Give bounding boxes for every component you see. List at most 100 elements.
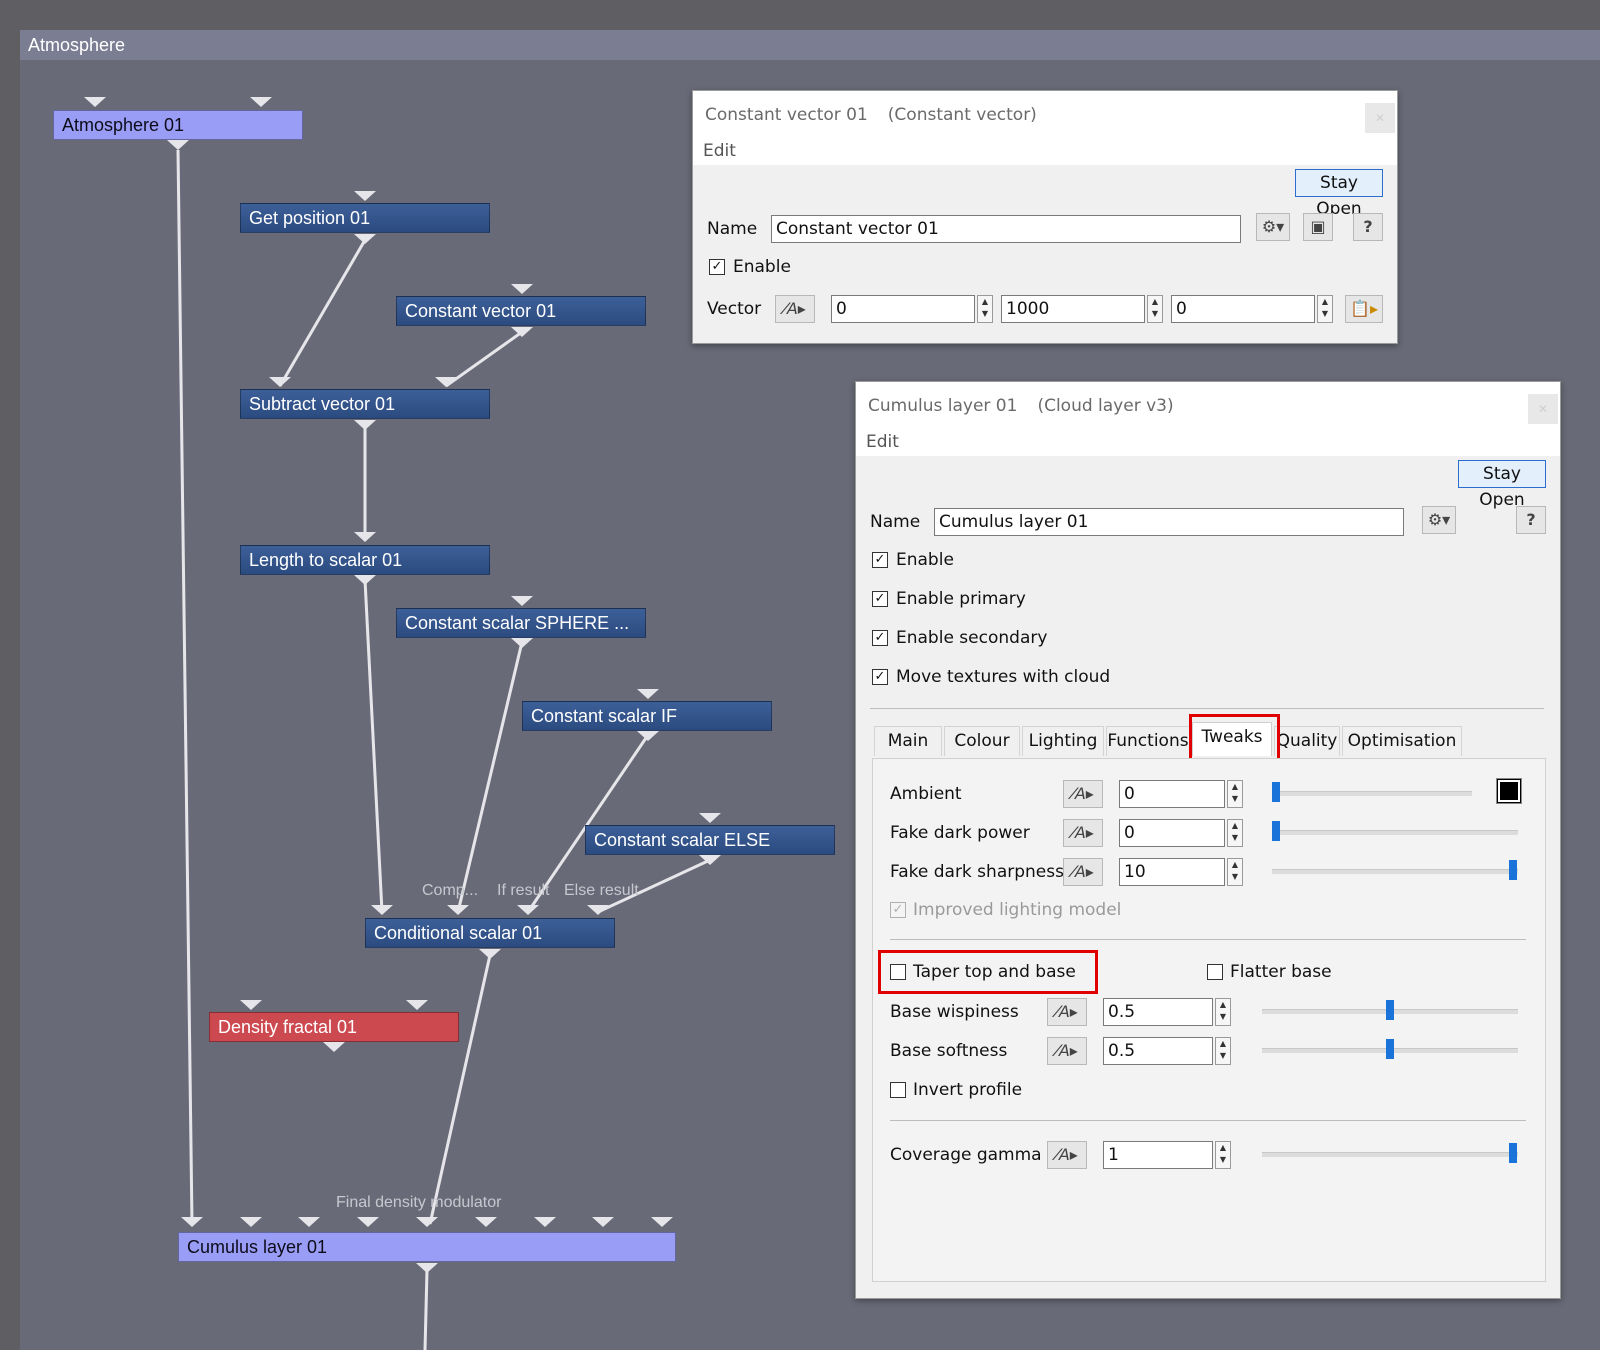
fake-dark-sharpness-spinner[interactable]: ▲ ▼	[1227, 858, 1243, 886]
node-density-fractal[interactable]: Density fractal 01	[209, 1012, 459, 1042]
invert-profile-label: Invert profile	[913, 1080, 1023, 1100]
function-icon[interactable]: ⁄A▸	[1047, 998, 1087, 1026]
base-softness-spinner[interactable]: ▲ ▼	[1215, 1037, 1231, 1065]
function-icon[interactable]: ⁄A▸	[775, 295, 815, 323]
move-textures-checkbox[interactable]: ✓	[872, 669, 888, 685]
node-get-position[interactable]: Get position 01	[240, 203, 490, 233]
move-textures-label: Move textures with cloud	[896, 667, 1111, 687]
node-subtract-vector[interactable]: Subtract vector 01	[240, 389, 490, 419]
coverage-gamma-field[interactable]: 1	[1103, 1141, 1213, 1169]
preview-icon[interactable]: ▣	[1303, 213, 1333, 241]
enable-primary-checkbox[interactable]: ✓	[872, 591, 888, 607]
node-constant-scalar-else[interactable]: Constant scalar ELSE	[585, 825, 835, 855]
function-icon[interactable]: ⁄A▸	[1063, 858, 1103, 886]
enable-checkbox[interactable]: ✓	[872, 552, 888, 568]
port-label-else-result: Else result	[564, 882, 639, 899]
node-constant-vector[interactable]: Constant vector 01	[396, 296, 646, 326]
help-button[interactable]: ?	[1516, 506, 1546, 534]
tab-optimisation[interactable]: Optimisation	[1342, 726, 1462, 756]
coverage-gamma-label: Coverage gamma	[890, 1145, 1042, 1165]
flatter-base-label: Flatter base	[1230, 962, 1332, 982]
port-label-final-density: Final density modulator	[336, 1194, 502, 1211]
close-button[interactable]: ✕	[1528, 394, 1558, 424]
base-wispiness-field[interactable]: 0.5	[1103, 998, 1213, 1026]
improved-lighting-label: Improved lighting model	[913, 900, 1122, 920]
enable-primary-label: Enable primary	[896, 589, 1026, 609]
node-constant-scalar-sphere[interactable]: Constant scalar SPHERE ...	[396, 608, 646, 638]
fake-dark-power-spinner[interactable]: ▲ ▼	[1227, 819, 1243, 847]
enable-label: Enable	[896, 550, 954, 570]
improved-lighting-checkbox: ✓	[890, 902, 906, 918]
tab-functions[interactable]: Functions	[1106, 726, 1190, 756]
base-wispiness-slider-thumb[interactable]	[1386, 1000, 1394, 1020]
node-cumulus-layer[interactable]: Cumulus layer 01	[178, 1232, 676, 1262]
base-softness-label: Base softness	[890, 1041, 1008, 1061]
fake-dark-sharpness-slider[interactable]	[1272, 869, 1518, 874]
coverage-gamma-spinner[interactable]: ▲ ▼	[1215, 1141, 1231, 1169]
stay-open-button[interactable]: Stay Open	[1458, 460, 1546, 510]
fake-dark-power-slider-thumb[interactable]	[1272, 821, 1280, 841]
name-label: Name	[870, 512, 921, 532]
enable-secondary-checkbox[interactable]: ✓	[872, 630, 888, 646]
tab-quality[interactable]: Quality	[1274, 726, 1340, 756]
invert-profile-checkbox[interactable]	[890, 1082, 906, 1098]
ambient-slider-thumb[interactable]	[1272, 782, 1280, 802]
base-softness-slider-thumb[interactable]	[1386, 1039, 1394, 1059]
ambient-field[interactable]: 0	[1119, 780, 1225, 808]
name-field[interactable]: Constant vector 01	[771, 215, 1241, 243]
flatter-base-checkbox[interactable]	[1207, 964, 1223, 980]
fake-dark-power-slider[interactable]	[1272, 830, 1518, 835]
fake-dark-sharpness-slider-thumb[interactable]	[1509, 860, 1517, 880]
dialog-header: Cumulus layer 01 (Cloud layer v3) ✕ Edit	[856, 382, 1560, 456]
constant-vector-dialog: Constant vector 01 (Constant vector) ✕ Ed…	[692, 90, 1398, 344]
divider	[870, 708, 1544, 709]
dialog-header: Constant vector 01 (Constant vector) ✕ Ed…	[693, 91, 1397, 165]
enable-checkbox[interactable]: ✓	[709, 259, 725, 275]
paste-icon[interactable]: 📋▸	[1345, 295, 1383, 323]
help-button[interactable]: ?	[1353, 213, 1383, 241]
gear-icon[interactable]: ⚙▾	[1422, 506, 1456, 534]
fake-dark-sharpness-field[interactable]: 10	[1119, 858, 1225, 886]
vector-z-field[interactable]: 0	[1171, 295, 1315, 323]
close-button[interactable]: ✕	[1365, 103, 1395, 133]
vector-x-field[interactable]: 0	[831, 295, 975, 323]
node-atmosphere[interactable]: Atmosphere 01	[53, 110, 303, 140]
fake-dark-sharpness-label: Fake dark sharpness	[890, 862, 1064, 882]
stay-open-button[interactable]: Stay Open	[1295, 169, 1383, 219]
name-field[interactable]: Cumulus layer 01	[934, 508, 1404, 536]
vector-y-spinner[interactable]: ▲ ▼	[1147, 295, 1163, 323]
coverage-gamma-slider[interactable]	[1262, 1152, 1518, 1157]
vector-label: Vector	[707, 299, 762, 319]
enable-label: Enable	[733, 257, 791, 277]
ambient-spinner[interactable]: ▲ ▼	[1227, 780, 1243, 808]
vector-z-spinner[interactable]: ▲ ▼	[1317, 295, 1333, 323]
vector-y-field[interactable]: 1000	[1001, 295, 1145, 323]
function-icon[interactable]: ⁄A▸	[1063, 819, 1103, 847]
function-icon[interactable]: ⁄A▸	[1063, 780, 1103, 808]
fake-dark-power-field[interactable]: 0	[1119, 819, 1225, 847]
fake-dark-power-label: Fake dark power	[890, 823, 1030, 843]
tab-lighting[interactable]: Lighting	[1022, 726, 1104, 756]
base-softness-field[interactable]: 0.5	[1103, 1037, 1213, 1065]
cumulus-layer-dialog: Cumulus layer 01 (Cloud layer v3) ✕ Edit …	[855, 381, 1561, 1299]
edit-menu[interactable]: Edit	[703, 141, 736, 161]
edit-menu[interactable]: Edit	[866, 432, 899, 452]
base-wispiness-spinner[interactable]: ▲ ▼	[1215, 998, 1231, 1026]
taper-highlight	[878, 950, 1098, 994]
function-icon[interactable]: ⁄A▸	[1047, 1037, 1087, 1065]
ambient-slider[interactable]	[1272, 791, 1472, 796]
tab-main[interactable]: Main	[874, 726, 942, 756]
node-conditional-scalar[interactable]: Conditional scalar 01	[365, 918, 615, 948]
divider	[890, 939, 1526, 940]
base-wispiness-label: Base wispiness	[890, 1002, 1019, 1022]
function-icon[interactable]: ⁄A▸	[1047, 1141, 1087, 1169]
coverage-gamma-slider-thumb[interactable]	[1509, 1143, 1517, 1163]
node-constant-scalar-if[interactable]: Constant scalar IF	[522, 701, 772, 731]
node-length-to-scalar[interactable]: Length to scalar 01	[240, 545, 490, 575]
ambient-label: Ambient	[890, 784, 962, 804]
enable-secondary-label: Enable secondary	[896, 628, 1048, 648]
vector-x-spinner[interactable]: ▲ ▼	[977, 295, 993, 323]
tab-colour[interactable]: Colour	[944, 726, 1020, 756]
ambient-color-swatch[interactable]	[1496, 778, 1522, 804]
gear-icon[interactable]: ⚙▾	[1256, 213, 1290, 241]
